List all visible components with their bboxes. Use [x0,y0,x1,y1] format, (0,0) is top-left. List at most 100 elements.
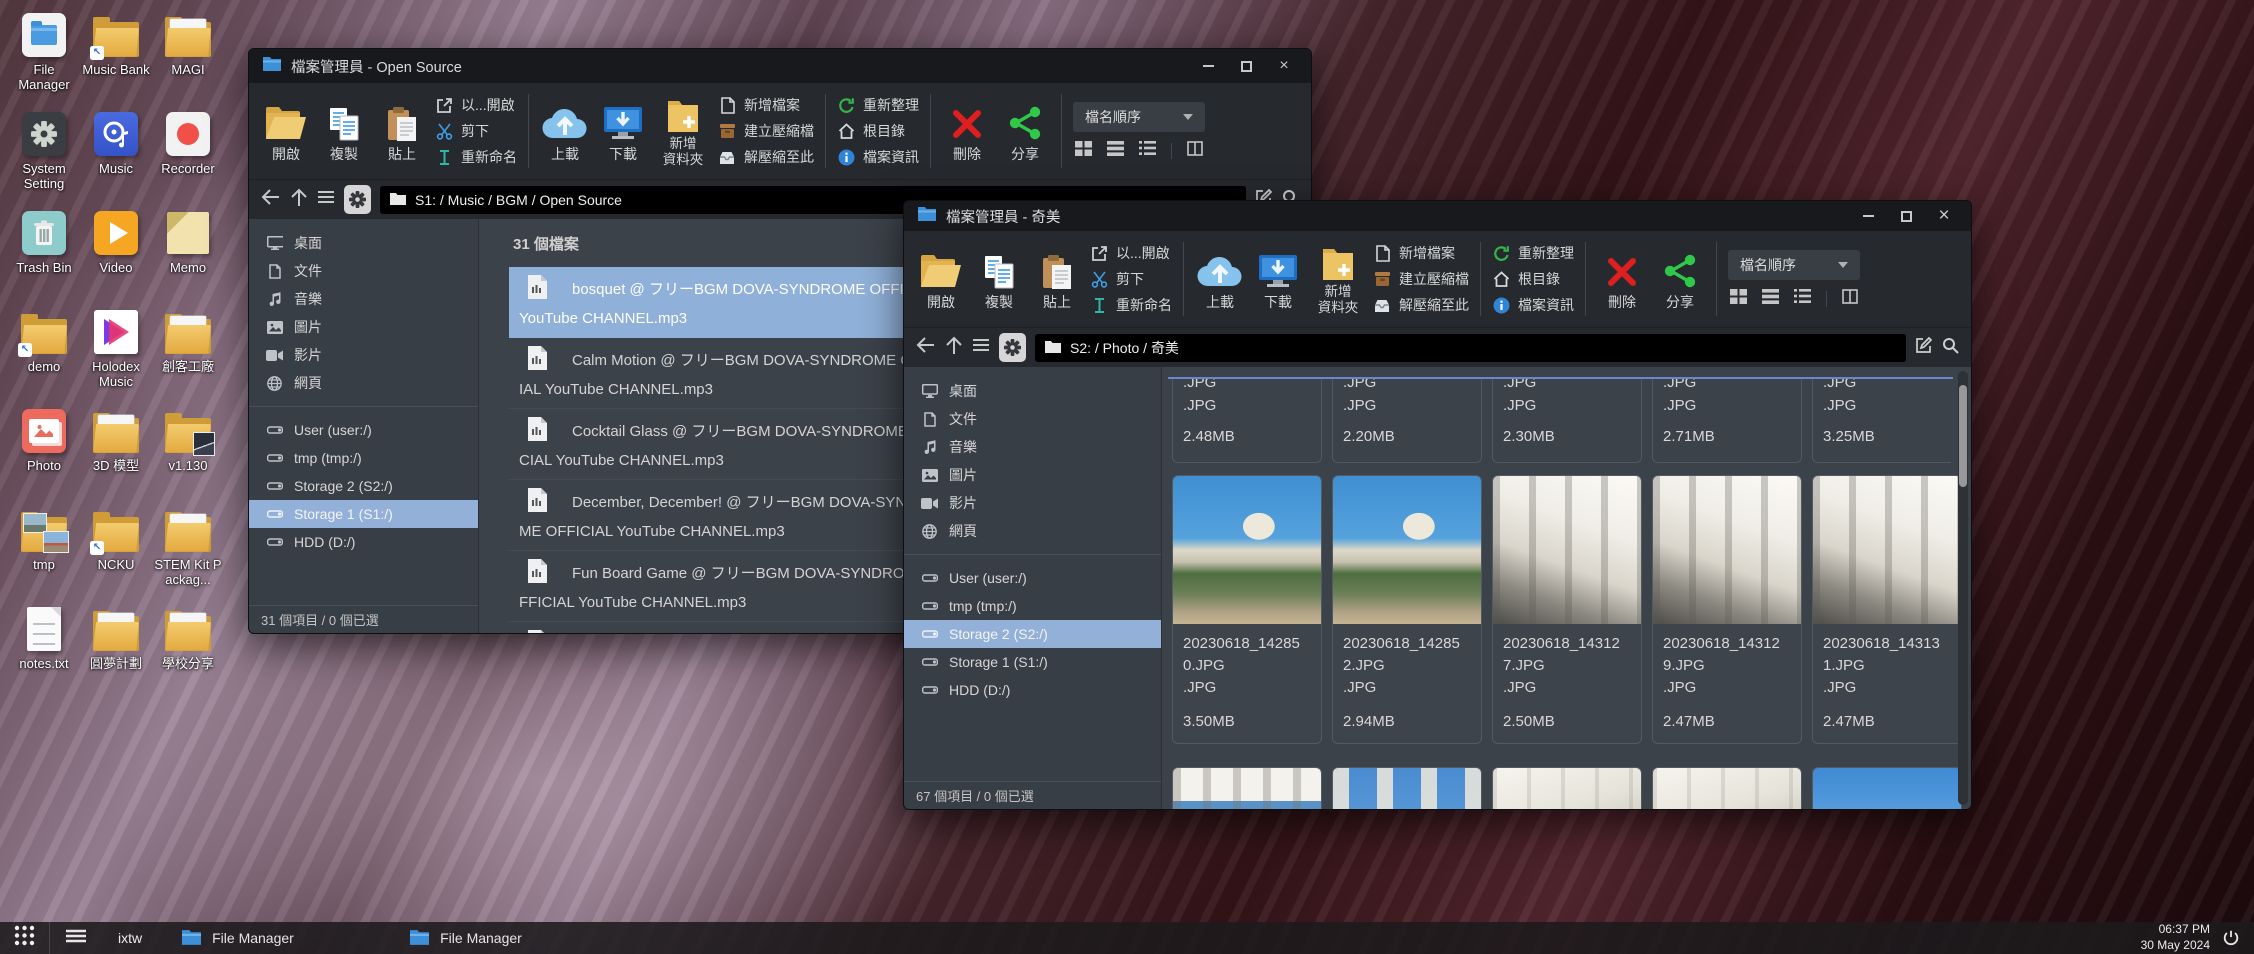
photo-card-partial[interactable]: .JPG.JPG2.71MB [1652,379,1802,463]
sidebar-drive-storage1-selected[interactable]: Storage 1 (S1:/) [249,500,478,528]
close-button[interactable]: × [1265,53,1303,79]
paste-button[interactable]: 貼上 [1028,247,1086,312]
desktop-icon-school-share[interactable]: 學校分享 [152,606,224,705]
sidebar-drive-tmp[interactable]: tmp (tmp:/) [904,592,1161,620]
view-list-button[interactable] [1107,141,1124,161]
desktop-icon-photo[interactable]: Photo [8,408,80,507]
open-with-button[interactable]: 以...開啟 [1090,243,1172,264]
photo-card-partial[interactable]: .JPG.JPG2.30MB [1492,379,1642,463]
titlebar[interactable]: 檔案管理員 - Open Source × [249,49,1311,83]
share-button[interactable]: 分享 [996,99,1054,164]
photo-card-partial[interactable] [1332,767,1482,809]
maximize-button[interactable] [1887,203,1925,229]
view-columns-button[interactable] [1187,141,1203,161]
sidebar-drive-hdd[interactable]: HDD (D:/) [904,676,1161,704]
close-button[interactable]: × [1925,203,1963,229]
sidebar-drive-storage1[interactable]: Storage 1 (S1:/) [904,648,1161,676]
delete-button[interactable]: 刪除 [1593,247,1651,312]
desktop-icon-recorder[interactable]: Recorder [152,111,224,210]
path-field[interactable]: S2: / Photo / 奇美 [1035,334,1906,362]
minimize-button[interactable] [1189,53,1227,79]
up-button[interactable] [945,336,963,360]
sort-order-dropdown[interactable]: 檔名順序 [1073,102,1205,132]
minimize-button[interactable] [1849,203,1887,229]
new-folder-button[interactable]: 新增資料夾 [652,95,714,167]
new-file-button[interactable]: 新增檔案 [1373,243,1469,264]
sidebar-drive-tmp[interactable]: tmp (tmp:/) [249,444,478,472]
delete-button[interactable]: 刪除 [938,99,996,164]
desktop-icon-maker-factory[interactable]: 創客工廠 [152,309,224,408]
desktop-icon-demo[interactable]: ↖ demo [8,309,80,408]
desktop-icon-holodex-music[interactable]: Holodex Music [80,309,152,408]
photo-card[interactable]: 20230618_143131.JPG.JPG2.47MB [1812,475,1962,744]
maximize-button[interactable] [1227,53,1265,79]
desktop-icon-v1130[interactable]: v1.130 [152,408,224,507]
search-icon[interactable] [1942,337,1959,359]
settings-gear-button[interactable] [344,185,371,214]
desktop-icon-music-bank[interactable]: ↖ Music Bank [80,12,152,111]
open-with-button[interactable]: 以...開啟 [435,95,517,116]
clock[interactable]: 06:37 PM 30 May 2024 [2141,922,2222,953]
scrollbar[interactable] [1958,371,1968,805]
sidebar-drive-storage2[interactable]: Storage 2 (S2:/) [249,472,478,500]
sidebar-drive-user[interactable]: User (user:/) [249,416,478,444]
create-archive-button[interactable]: 建立壓縮檔 [1373,269,1469,290]
photo-card-partial[interactable] [1652,767,1802,809]
photo-card-partial[interactable] [1812,767,1962,809]
desktop-icon-notes-txt[interactable]: notes.txt [8,606,80,705]
titlebar[interactable]: 檔案管理員 - 奇美 × [904,201,1971,231]
sidebar-drive-storage2-selected[interactable]: Storage 2 (S2:/) [904,620,1161,648]
scrollbar-thumb[interactable] [1959,385,1967,487]
sidebar-item-desktop[interactable]: 桌面 [249,229,478,257]
refresh-button[interactable]: 重新整理 [1492,243,1574,264]
cut-button[interactable]: 剪下 [435,121,517,142]
photo-card-partial[interactable]: .JPG.JPG2.48MB [1172,379,1322,463]
rename-button[interactable]: 重新命名 [1090,295,1172,316]
sidebar-item-web[interactable]: 網頁 [249,369,478,397]
taskbar-task-file-manager-1[interactable]: File Manager [170,922,370,954]
sidebar-item-documents[interactable]: 文件 [904,405,1161,433]
new-file-button[interactable]: 新增檔案 [718,95,814,116]
photo-card[interactable]: 20230618_143127.JPG.JPG2.50MB [1492,475,1642,744]
sort-order-dropdown[interactable]: 檔名順序 [1728,250,1860,280]
rename-button[interactable]: 重新命名 [435,147,517,168]
paste-button[interactable]: 貼上 [373,99,431,164]
upload-button[interactable]: 上載 [1191,247,1249,312]
sidebar-item-desktop[interactable]: 桌面 [904,377,1161,405]
sidebar-item-documents[interactable]: 文件 [249,257,478,285]
open-button[interactable]: 開啟 [912,247,970,312]
edit-path-button[interactable] [1915,336,1933,359]
taskbar-task-file-manager-2[interactable]: File Manager [398,922,598,954]
sidebar-item-videos[interactable]: 影片 [904,489,1161,517]
app-launcher-button[interactable] [0,922,50,954]
desktop-icon-trash-bin[interactable]: Trash Bin [8,210,80,309]
sidebar-item-music[interactable]: 音樂 [249,285,478,313]
power-button[interactable] [2222,929,2240,947]
view-list-button[interactable] [1762,289,1779,309]
desktop-icon-file-manager[interactable]: File Manager [8,12,80,111]
share-button[interactable]: 分享 [1651,247,1709,312]
desktop-icon-magi[interactable]: MAGI [152,12,224,111]
file-info-button[interactable]: 檔案資訊 [837,147,919,168]
photo-card-partial[interactable] [1492,767,1642,809]
refresh-button[interactable]: 重新整理 [837,95,919,116]
open-button[interactable]: 開啟 [257,99,315,164]
photo-card-partial[interactable] [1172,767,1322,809]
photo-card-partial[interactable]: .JPG.JPG2.20MB [1332,379,1482,463]
desktop-icon-music[interactable]: Music [80,111,152,210]
new-folder-button[interactable]: 新增資料夾 [1307,243,1369,315]
download-button[interactable]: 下載 [1249,247,1307,312]
create-archive-button[interactable]: 建立壓縮檔 [718,121,814,142]
download-button[interactable]: 下載 [594,99,652,164]
photo-card[interactable]: 20230618_142850.JPG.JPG3.50MB [1172,475,1322,744]
sidebar-item-web[interactable]: 網頁 [904,517,1161,545]
ime-indicator[interactable]: ixtw [118,930,142,946]
copy-button[interactable]: 複製 [970,247,1028,312]
desktop-icon-video[interactable]: Video [80,210,152,309]
sidebar-drive-user[interactable]: User (user:/) [904,564,1161,592]
copy-button[interactable]: 複製 [315,99,373,164]
photo-card-partial[interactable]: .JPG.JPG3.25MB [1812,379,1951,463]
root-dir-button[interactable]: 根目錄 [837,121,919,142]
task-menu-button[interactable] [50,922,102,954]
desktop-icon-system-setting[interactable]: System Setting [8,111,80,210]
